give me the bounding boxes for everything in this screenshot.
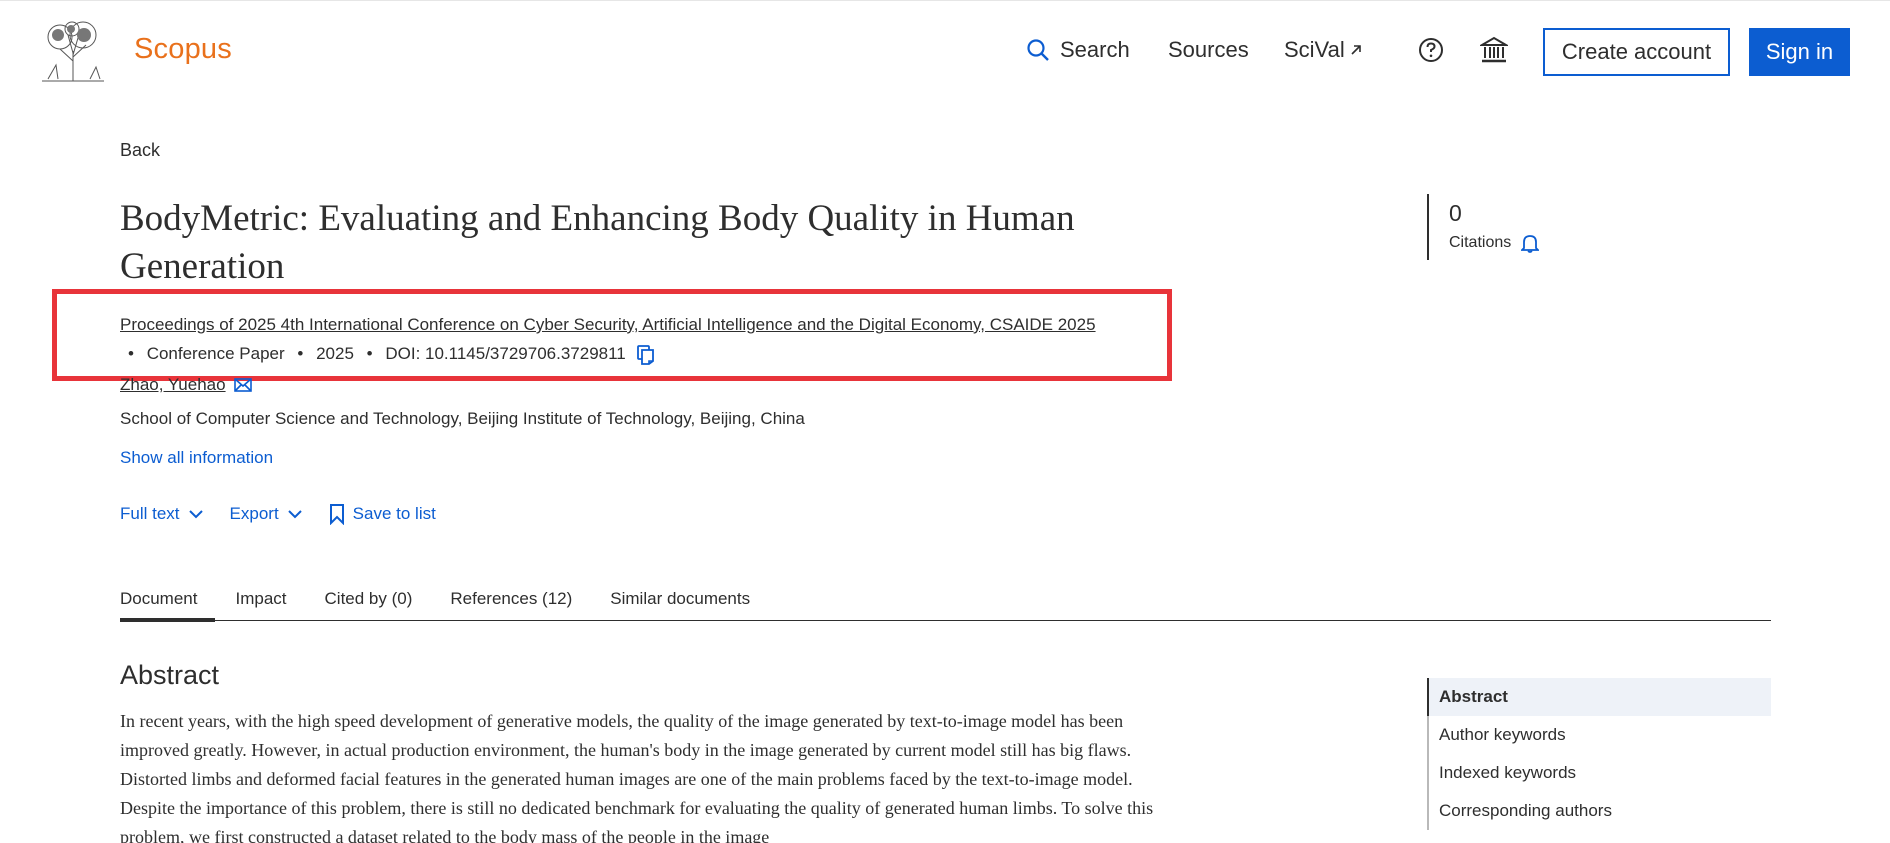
separator-dot: •: [128, 344, 134, 363]
nav-scival[interactable]: SciVal: [1284, 37, 1363, 63]
sign-in-button[interactable]: Sign in: [1749, 28, 1850, 76]
institution-icon[interactable]: [1480, 36, 1508, 64]
external-link-icon: [1351, 45, 1361, 55]
full-text-dropdown[interactable]: Full text: [120, 504, 204, 524]
separator-dot: •: [297, 344, 304, 363]
tab-impact[interactable]: Impact: [235, 585, 286, 620]
citations-panel: 0 Citations: [1427, 194, 1540, 260]
create-account-button[interactable]: Create account: [1543, 28, 1730, 76]
help-icon[interactable]: [1418, 37, 1444, 63]
nav-sources-label: Sources: [1168, 37, 1249, 62]
citation-count: 0: [1449, 200, 1462, 226]
outline-item-author-keywords[interactable]: Author keywords: [1427, 716, 1771, 754]
nav-scival-label: SciVal: [1284, 37, 1345, 62]
author-link[interactable]: Zhao, Yuehao: [120, 375, 226, 395]
bell-icon[interactable]: [1521, 233, 1540, 253]
nav-search[interactable]: Search: [1026, 37, 1130, 63]
export-dropdown[interactable]: Export: [230, 504, 303, 524]
outline-item-abstract[interactable]: Abstract: [1427, 678, 1771, 716]
tab-similar-documents[interactable]: Similar documents: [610, 585, 750, 620]
back-link[interactable]: Back: [120, 140, 160, 161]
tab-cited-by[interactable]: Cited by (0): [325, 585, 413, 620]
chevron-down-icon: [188, 510, 203, 519]
document-type: Conference Paper: [146, 344, 285, 363]
elsevier-tree-logo-icon[interactable]: [38, 21, 108, 83]
publication-year: 2025: [316, 344, 354, 363]
nav-sources[interactable]: Sources: [1168, 37, 1249, 63]
affiliation: School of Computer Science and Technolog…: [120, 409, 805, 428]
abstract-text: In recent years, with the high speed dev…: [120, 711, 1154, 843]
tab-references[interactable]: References (12): [450, 585, 572, 620]
save-to-list-label: Save to list: [352, 504, 436, 523]
chevron-down-icon: [287, 510, 302, 519]
author-row: Zhao, Yuehao: [120, 375, 252, 395]
search-icon: [1027, 39, 1049, 61]
separator-dot: •: [366, 344, 373, 363]
document-title: BodyMetric: Evaluating and Enhancing Bod…: [120, 198, 1075, 287]
document-actions: Full text Export Save to list: [120, 503, 462, 525]
mail-icon[interactable]: [233, 378, 252, 392]
outline-item-indexed-keywords[interactable]: Indexed keywords: [1427, 754, 1771, 792]
tab-document[interactable]: Document: [120, 585, 217, 622]
copy-icon[interactable]: [636, 344, 655, 365]
full-text-label: Full text: [120, 504, 180, 523]
bookmark-icon: [329, 504, 344, 525]
source-title-link[interactable]: Proceedings of 2025 4th International Co…: [120, 315, 1096, 334]
document-tabs: Document Impact Cited by (0) References …: [120, 585, 1771, 622]
save-to-list-button[interactable]: Save to list: [329, 503, 436, 525]
doi: DOI: 10.1145/3729706.3729811: [385, 344, 626, 363]
show-all-information-link[interactable]: Show all information: [120, 448, 273, 468]
nav-search-label: Search: [1060, 37, 1130, 62]
page-outline: Abstract Author keywords Indexed keyword…: [1427, 678, 1771, 830]
scopus-brand[interactable]: Scopus: [134, 33, 232, 66]
source-info: Proceedings of 2025 4th International Co…: [120, 310, 1120, 368]
top-navigation-bar: Scopus Search Sources SciVal Create acco…: [0, 0, 1890, 100]
outline-item-corresponding-authors[interactable]: Corresponding authors: [1427, 792, 1771, 830]
export-label: Export: [229, 504, 279, 523]
abstract-heading: Abstract: [120, 660, 220, 690]
citations-label: Citations: [1449, 234, 1512, 251]
